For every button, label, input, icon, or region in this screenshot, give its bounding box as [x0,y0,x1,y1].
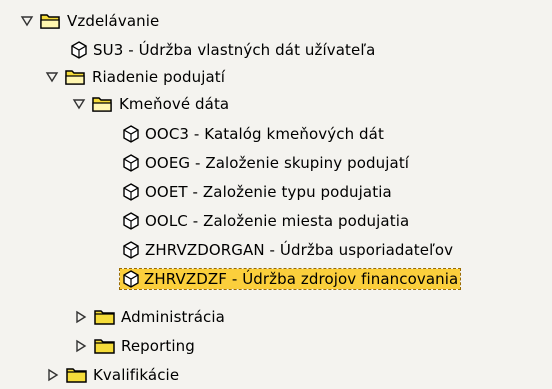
tree-node-ooc3[interactable]: OOC3 - Katalóg kmeňových dát [0,119,552,148]
tree-node-zhrvzdzf[interactable]: ZHRVZDZF - Údržba zdrojov financovania [0,264,552,293]
tree-node-label: Administrácia [121,307,225,326]
expand-triangle-down-icon[interactable] [45,70,59,84]
expand-triangle-down-icon[interactable] [20,14,34,28]
tree-node-riadenie-podujati[interactable]: Riadenie podujatí [0,62,552,91]
expand-triangle-right-icon[interactable] [74,310,88,324]
tree-node-label: Kmeňové dáta [119,94,230,113]
tree-node-ooet[interactable]: OOET - Založenie typu podujatia [0,177,552,206]
transaction-cube-icon [70,40,88,59]
tree-node-zhrvzdorgan[interactable]: ZHRVZDORGAN - Údržba usporiadateľov [0,235,552,264]
tree-node-label: OOLC - Založenie miesta podujatia [145,211,410,230]
folder-open-icon [92,95,114,113]
selected-node-highlight[interactable]: ZHRVZDZF - Údržba zdrojov financovania [118,267,462,290]
tree-node-label: Reporting [121,336,195,355]
folder-open-icon [65,68,87,86]
tree-node-label: Riadenie podujatí [92,67,226,86]
tree-node-administracia[interactable]: Administrácia [0,302,552,331]
tree-node-vzdelavanie[interactable]: Vzdelávanie [0,6,552,35]
tree-node-oolc[interactable]: OOLC - Založenie miesta podujatia [0,206,552,235]
folder-open-icon [40,12,62,30]
tree-node-label: Vzdelávanie [67,11,160,30]
folder-closed-icon [94,308,116,326]
tree-node-label: OOC3 - Katalóg kmeňových dát [145,124,384,143]
expand-triangle-down-icon[interactable] [72,97,86,111]
tree-node-ooeg[interactable]: OOEG - Založenie skupiny podujatí [0,148,552,177]
expand-triangle-right-icon[interactable] [74,339,88,353]
transaction-cube-icon [122,153,140,172]
tree-node-label: ZHRVZDZF - Údržba zdrojov financovania [144,269,459,288]
tree-node-label: OOET - Založenie typu podujatia [145,182,392,201]
tree-node-reporting[interactable]: Reporting [0,331,552,360]
transaction-cube-icon [122,182,140,201]
tree-node-label: OOEG - Založenie skupiny podujatí [145,153,410,172]
transaction-cube-icon [122,124,140,143]
tree-node-su3[interactable]: SU3 - Údržba vlastných dát užívateľa [0,35,552,64]
expand-triangle-right-icon[interactable] [46,368,60,382]
transaction-cube-icon [122,211,140,230]
navigation-tree: Vzdelávanie SU3 - Údržba vlastných dát u… [0,0,552,384]
folder-closed-icon [66,366,88,384]
tree-node-label: ZHRVZDORGAN - Údržba usporiadateľov [145,240,454,259]
tree-node-label: Kvalifikácie [93,365,180,384]
folder-closed-icon [94,337,116,355]
transaction-cube-icon [122,240,140,259]
tree-node-kmenove-data[interactable]: Kmeňové dáta [0,89,552,118]
tree-node-label: SU3 - Údržba vlastných dát užívateľa [93,40,376,59]
tree-node-kvalifikacie[interactable]: Kvalifikácie [0,360,552,389]
transaction-cube-icon [122,269,140,288]
